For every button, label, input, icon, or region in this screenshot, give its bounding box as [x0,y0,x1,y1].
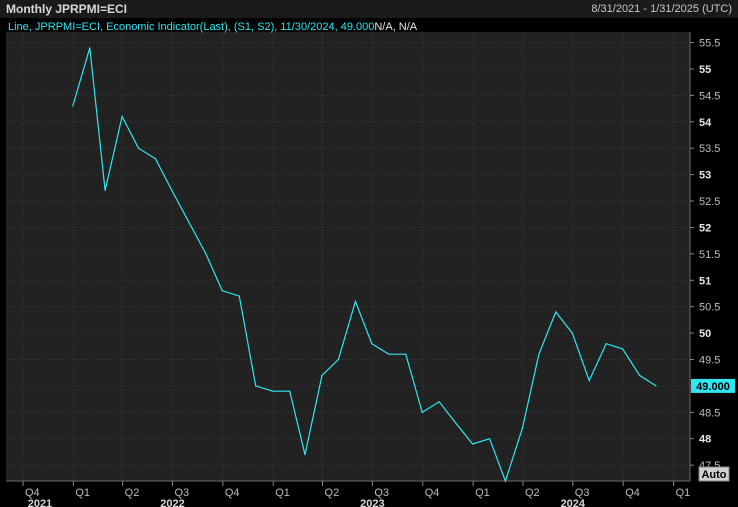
data-point [371,343,373,345]
data-point [504,480,507,482]
data-point [272,390,274,392]
data-point [188,221,190,223]
x-year-label: 2021 [28,498,52,507]
legend-series-label: Line, JPRPMI=ECI, Economic Indicator(Las… [8,21,375,33]
data-point [205,253,207,255]
y-tick-label: 51.5 [699,249,720,261]
x-quarter-label: Q1 [676,487,691,499]
data-point [221,290,223,292]
data-point [571,332,573,334]
data-point [421,411,423,413]
data-point [321,374,323,376]
data-point [89,47,91,49]
data-point [555,311,557,313]
x-quarter-label: Q2 [525,487,540,499]
data-point [622,348,624,350]
data-point [471,443,474,445]
data-point [588,380,590,382]
y-tick-label: 51 [699,275,711,287]
data-point [72,105,74,107]
y-tick-label: 55.5 [699,38,720,50]
last-value-badge-text: 49.000 [696,381,730,393]
data-point [304,453,306,456]
data-point [605,343,607,345]
y-tick-label: 52 [699,222,711,234]
data-point [455,422,457,424]
y-tick-label: 48.5 [699,407,720,419]
auto-scale-button[interactable]: Auto [698,466,730,482]
data-point [488,438,491,440]
data-point [104,189,106,192]
x-quarter-label: Q1 [475,487,490,499]
x-year-label: 2023 [360,498,384,507]
x-quarter-label: Q1 [275,487,290,499]
data-point [289,390,291,392]
y-tick-label: 49.5 [699,355,720,367]
y-tick-label: 50.5 [699,302,720,314]
data-point [154,158,157,160]
y-tick-label: 53.5 [699,143,720,155]
data-point [639,374,641,376]
x-quarter-label: Q2 [125,487,140,499]
data-point [238,295,240,297]
last-value-badge: 49.000 [691,378,735,393]
data-point [121,115,123,118]
data-point [438,401,440,403]
data-point [521,427,524,429]
data-point [538,353,540,355]
data-point [405,353,407,355]
y-tick-label: 50 [699,328,711,340]
auto-button-label[interactable]: Auto [701,469,726,481]
y-tick-label: 48 [699,434,711,446]
plot-area [6,32,690,481]
y-tick-label: 53 [699,170,711,182]
legend-na-label: N/A, N/A [374,21,418,33]
x-year-label: 2022 [160,498,184,507]
data-point [388,353,390,355]
y-tick-label: 54 [699,117,712,129]
x-quarter-label: Q4 [625,487,640,499]
x-quarter-label: Q1 [75,487,90,499]
x-year-label: 2024 [561,498,586,507]
line-chart[interactable]: 47.54848.54949.55050.55151.55252.55353.5… [0,0,738,507]
data-point [655,385,657,387]
data-point [354,300,356,302]
series-legend[interactable]: Line, JPRPMI=ECI, Economic Indicator(Las… [8,21,417,33]
x-quarter-label: Q2 [325,487,340,499]
x-quarter-label: Q4 [225,487,240,499]
y-tick-label: 55 [699,64,711,76]
y-tick-label: 52.5 [699,196,720,208]
x-quarter-label: Q4 [425,487,440,499]
data-point [137,147,140,149]
data-point [171,189,173,192]
y-tick-label: 54.5 [699,90,720,102]
data-point [337,358,340,361]
data-point [255,385,257,387]
